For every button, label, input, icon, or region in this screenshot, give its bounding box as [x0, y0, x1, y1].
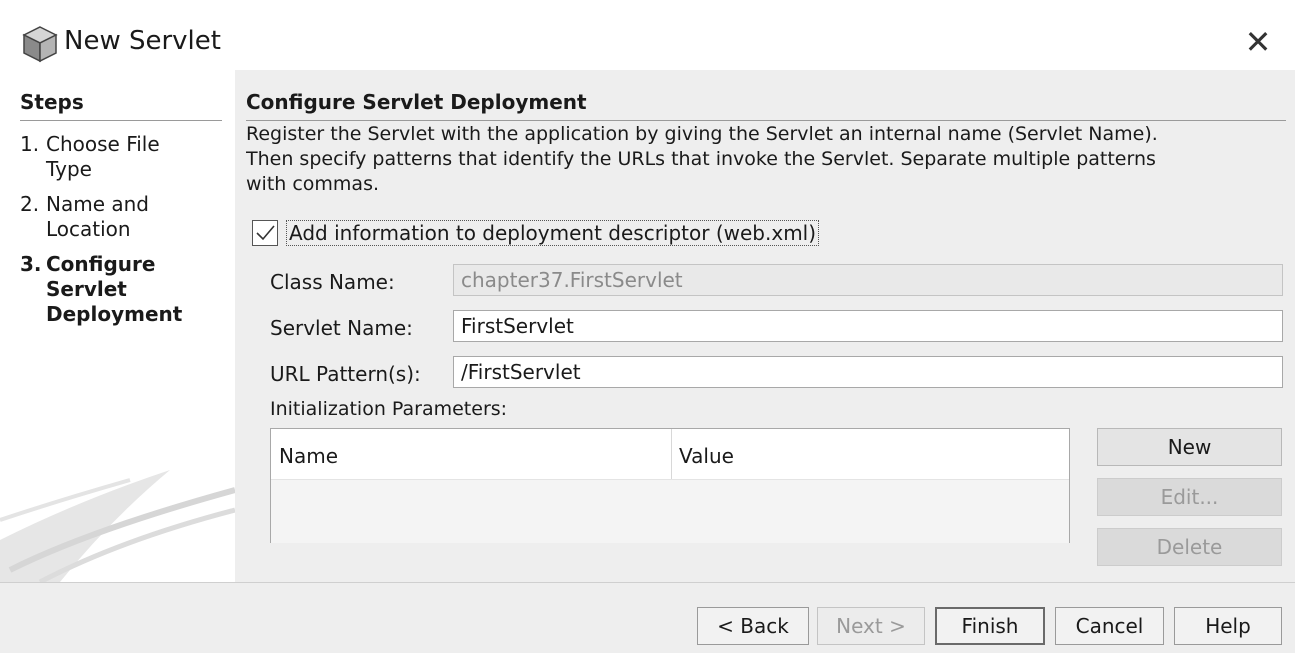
column-header-value[interactable]: Value [679, 444, 734, 468]
column-divider [671, 429, 672, 479]
section-divider [246, 120, 1286, 121]
init-params-table[interactable]: Name Value [270, 428, 1070, 543]
edit-param-button[interactable]: Edit... [1097, 478, 1282, 516]
description: Register the Servlet with the applicatio… [246, 122, 1286, 197]
checkmark-icon [256, 225, 275, 241]
step-label: Name and [46, 192, 149, 216]
window-title: New Servlet [64, 26, 221, 56]
class-name-field: chapter37.FirstServlet [453, 264, 1283, 296]
title-bar: New Servlet ✕ [0, 0, 1295, 70]
help-button[interactable]: Help [1174, 607, 1282, 645]
servlet-name-field[interactable]: FirstServlet [453, 310, 1283, 342]
steps-title: Steps [20, 90, 84, 114]
add-info-checkbox-label[interactable]: Add information to deployment descriptor… [286, 220, 820, 246]
description-line: with commas. [246, 173, 380, 195]
step-number: 1. [20, 132, 40, 156]
url-patterns-field[interactable]: /FirstServlet [453, 356, 1283, 388]
step-label-cont: Location [46, 217, 131, 241]
step-configure-servlet-deployment: 3. Configure Servlet Deployment [20, 252, 230, 327]
step-label-cont: Deployment [46, 302, 183, 326]
main-panel: Configure Servlet Deployment Register th… [235, 70, 1295, 582]
step-label-cont: Type [46, 157, 92, 181]
class-name-label: Class Name: [270, 270, 395, 294]
step-name-and-location: 2. Name and Location [20, 192, 230, 242]
description-line: Then specify patterns that identify the … [246, 148, 1156, 170]
add-info-checkbox[interactable] [252, 220, 278, 246]
column-header-name[interactable]: Name [279, 444, 338, 468]
steps-sidebar: Steps 1. Choose File Type 2. Name and Loca… [0, 70, 235, 582]
step-choose-file-type: 1. Choose File Type [20, 132, 230, 182]
close-button[interactable]: ✕ [1238, 22, 1278, 62]
finish-button[interactable]: Finish [935, 607, 1045, 645]
delete-param-button[interactable]: Delete [1097, 528, 1282, 566]
servlet-name-label: Servlet Name: [270, 316, 413, 340]
section-title: Configure Servlet Deployment [246, 90, 587, 114]
step-label-cont: Servlet [46, 277, 127, 301]
step-label: Choose File [46, 132, 160, 156]
table-body[interactable] [271, 480, 1069, 543]
new-param-button[interactable]: New [1097, 428, 1282, 466]
button-bar: < Back Next > Finish Cancel Help [0, 582, 1295, 653]
description-line: Register the Servlet with the applicatio… [246, 123, 1158, 145]
decorative-swoosh [0, 470, 235, 582]
table-header: Name Value [271, 429, 1069, 480]
step-number: 2. [20, 192, 40, 216]
cancel-button[interactable]: Cancel [1055, 607, 1164, 645]
step-label: Configure [46, 252, 156, 276]
cube-icon [22, 26, 58, 63]
step-number: 3. [20, 252, 42, 276]
back-button[interactable]: < Back [697, 607, 809, 645]
url-patterns-label: URL Pattern(s): [270, 362, 421, 386]
steps-divider [20, 120, 222, 121]
next-button[interactable]: Next > [817, 607, 925, 645]
init-params-label: Initialization Parameters: [270, 398, 508, 420]
